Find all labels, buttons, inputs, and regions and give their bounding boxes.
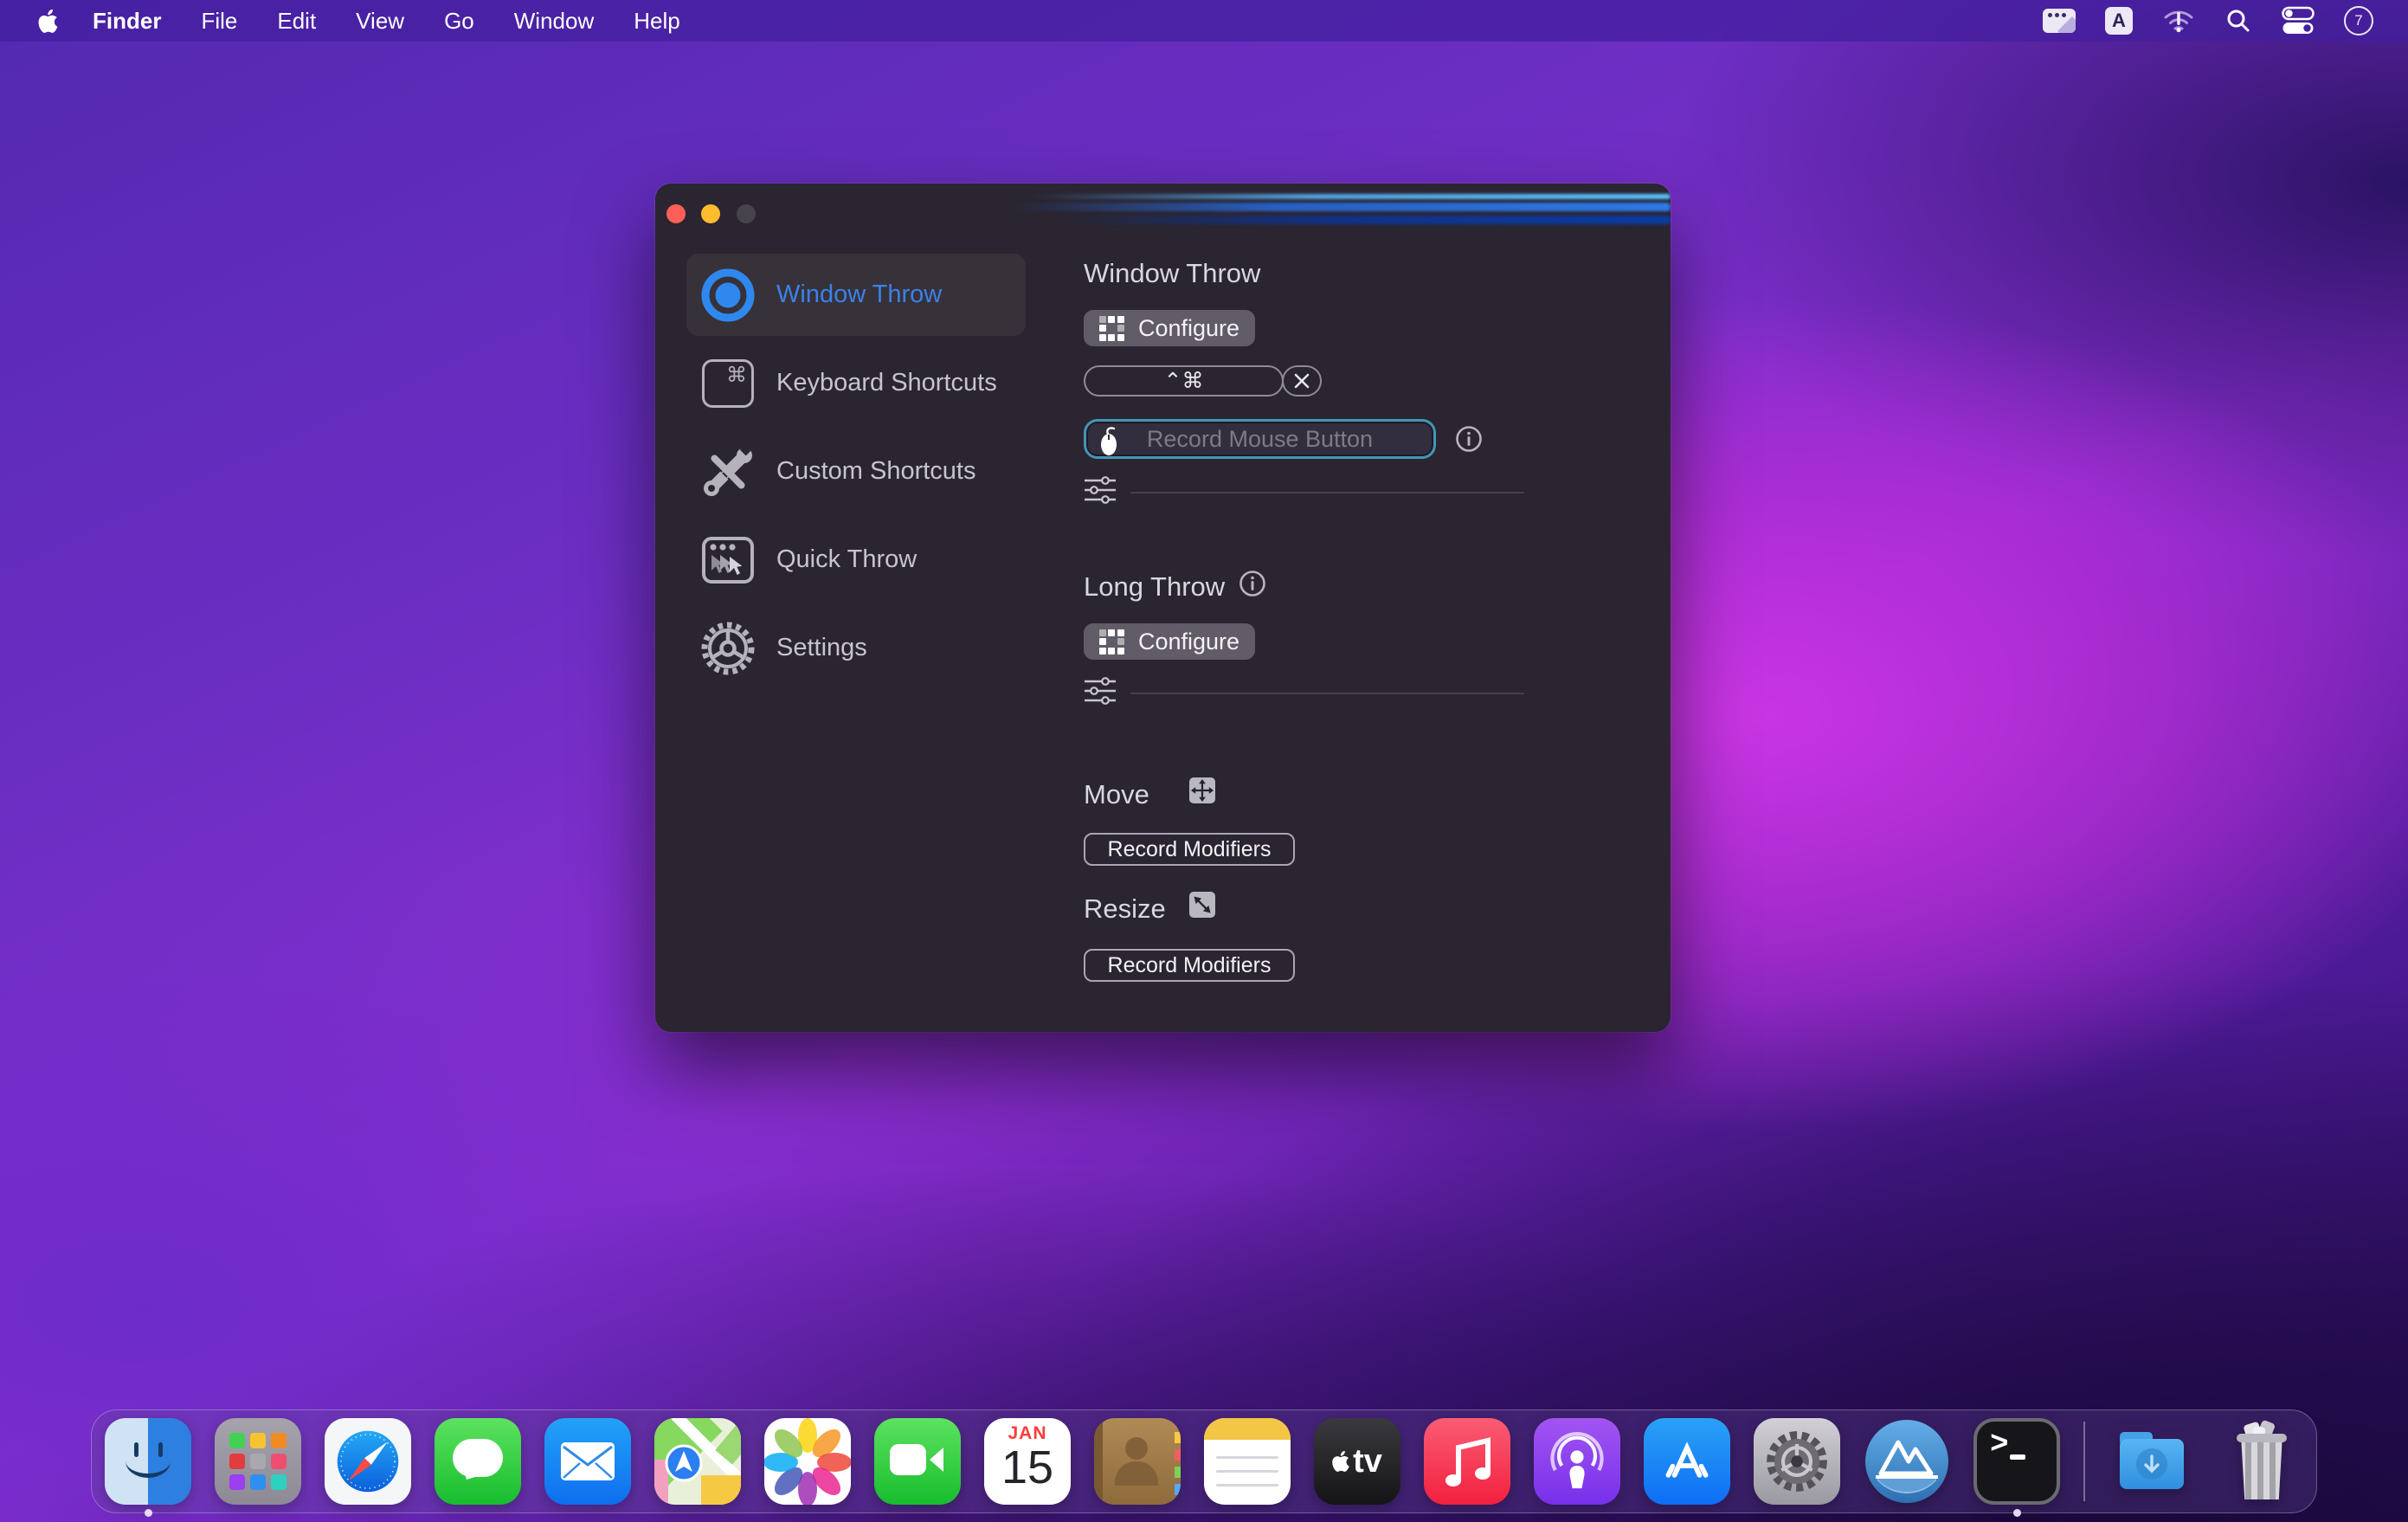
sidebar-label: Quick Throw	[776, 545, 917, 574]
section-title-resize: Resize	[1084, 893, 1166, 925]
sidebar-item-quick-throw[interactable]: Quick Throw	[686, 519, 1026, 601]
sidebar: Window Throw ⌘ Keyboard Shortcuts	[686, 254, 1026, 695]
input-source-a-icon[interactable]: A	[2105, 7, 2133, 35]
shortcut-field[interactable]: ⌃⌘	[1084, 365, 1284, 397]
menu-item-window[interactable]: Window	[514, 8, 594, 35]
advanced-options-row	[1084, 474, 1638, 510]
wifi-alert-icon[interactable]	[2162, 7, 2195, 35]
section-title-move: Move	[1084, 779, 1149, 810]
dock-app-finder[interactable]	[105, 1418, 191, 1505]
clock-icon[interactable]: 7	[2344, 6, 2373, 35]
circle-ring-icon	[699, 267, 757, 324]
record-resize-modifiers-button[interactable]: Record Modifiers	[1084, 949, 1295, 982]
dock-app-music[interactable]	[1424, 1418, 1510, 1505]
dock-app-messages[interactable]	[435, 1418, 521, 1505]
dock-app-app-store[interactable]	[1644, 1418, 1730, 1505]
shortcut-recorder: ⌃⌘	[1084, 365, 1322, 397]
desktop-wallpaper[interactable]: Finder File Edit View Go Window Help A	[0, 0, 2408, 1522]
section-title-long-throw: Long Throw	[1084, 570, 1266, 604]
dock-app-tv[interactable]: tv	[1314, 1418, 1400, 1505]
advanced-options-row	[1084, 675, 1638, 711]
terminal-prompt-glyph: >	[1990, 1427, 2009, 1462]
section-title-window-throw: Window Throw	[1084, 258, 1260, 289]
shortcut-value: ⌃⌘	[1164, 368, 1204, 394]
divider-line	[1130, 693, 1524, 694]
dock: JAN 15 tv	[91, 1409, 2317, 1513]
sidebar-item-keyboard-shortcuts[interactable]: ⌘ Keyboard Shortcuts	[686, 342, 1026, 424]
menu-item-file[interactable]: File	[201, 8, 237, 35]
dock-app-safari[interactable]	[325, 1418, 411, 1505]
window-cursors-icon	[699, 532, 757, 589]
menu-item-app[interactable]: Finder	[93, 8, 161, 35]
running-indicator	[2013, 1509, 2021, 1517]
resize-diagonal-icon	[1189, 892, 1215, 918]
dock-app-terminal[interactable]: >	[1973, 1418, 2060, 1505]
mouse-icon	[1098, 426, 1123, 461]
dock-app-mountain-window-app[interactable]	[1864, 1418, 1950, 1505]
sidebar-label: Keyboard Shortcuts	[776, 369, 997, 397]
sidebar-label: Settings	[776, 634, 867, 662]
menu-bar-left: Finder File Edit View Go Window Help	[0, 8, 680, 35]
sliders-icon[interactable]	[1084, 675, 1118, 711]
dock-app-system-preferences[interactable]	[1754, 1418, 1840, 1505]
tv-label: tv	[1353, 1443, 1382, 1480]
configure-window-throw-button[interactable]: Configure	[1084, 310, 1255, 346]
control-center-icon[interactable]	[2282, 6, 2315, 35]
sidebar-item-custom-shortcuts[interactable]: Custom Shortcuts	[686, 430, 1026, 513]
sidebar-label: Window Throw	[776, 281, 942, 309]
dock-app-facetime[interactable]	[874, 1418, 961, 1505]
grid-icon	[1099, 316, 1124, 341]
dock-app-calendar[interactable]: JAN 15	[984, 1418, 1071, 1505]
sliders-icon[interactable]	[1084, 474, 1118, 510]
zoom-button-disabled	[737, 204, 756, 223]
dock-app-launchpad[interactable]	[215, 1418, 301, 1505]
move-arrows-icon	[1189, 777, 1215, 803]
clear-shortcut-button[interactable]	[1282, 365, 1322, 397]
menu-bar: Finder File Edit View Go Window Help A	[0, 0, 2408, 42]
info-icon[interactable]	[1455, 425, 1483, 457]
record-move-modifiers-button[interactable]: Record Modifiers	[1084, 833, 1295, 866]
running-indicator	[145, 1509, 152, 1517]
info-icon[interactable]	[1239, 570, 1266, 604]
dock-downloads-folder[interactable]	[2109, 1418, 2195, 1505]
spotlight-search-icon[interactable]	[2225, 7, 2252, 35]
dock-app-podcasts[interactable]	[1534, 1418, 1620, 1505]
gear-icon	[699, 620, 757, 677]
menu-item-go[interactable]: Go	[444, 8, 474, 35]
ruler-wrench-icon	[699, 443, 757, 500]
dock-app-mail[interactable]	[544, 1418, 631, 1505]
dock-divider	[2083, 1422, 2085, 1501]
dock-app-maps[interactable]	[654, 1418, 741, 1505]
sidebar-item-settings[interactable]: Settings	[686, 607, 1026, 689]
sidebar-item-window-throw[interactable]: Window Throw	[686, 254, 1026, 336]
record-mouse-button-field[interactable]: Record Mouse Button	[1084, 419, 1436, 459]
menu-item-edit[interactable]: Edit	[277, 8, 316, 35]
app-window: Window Throw ⌘ Keyboard Shortcuts	[655, 184, 1671, 1032]
grid-icon	[1099, 629, 1124, 655]
close-button[interactable]	[666, 204, 686, 223]
record-mouse-placeholder: Record Mouse Button	[1147, 426, 1373, 453]
menu-item-view[interactable]: View	[356, 8, 404, 35]
x-icon	[1293, 372, 1310, 390]
minimize-button[interactable]	[701, 204, 720, 223]
dock-app-photos[interactable]	[764, 1418, 851, 1505]
screenshot-icon[interactable]	[2043, 9, 2076, 33]
apple-menu-icon[interactable]	[38, 10, 58, 33]
command-key-icon: ⌘	[699, 355, 757, 412]
main-panel: Window Throw Configure ⌃⌘	[1084, 184, 1638, 1032]
divider-line	[1130, 492, 1524, 493]
calendar-day: 15	[984, 1441, 1071, 1494]
sidebar-label: Custom Shortcuts	[776, 457, 975, 486]
menu-item-help[interactable]: Help	[634, 8, 679, 35]
dock-app-contacts[interactable]	[1094, 1418, 1181, 1505]
configure-long-throw-button[interactable]: Configure	[1084, 623, 1255, 660]
apple-logo-icon	[1332, 1451, 1349, 1472]
menu-bar-status: A	[2043, 6, 2373, 35]
dock-app-notes[interactable]	[1204, 1418, 1291, 1505]
dock-trash[interactable]	[2218, 1418, 2305, 1505]
